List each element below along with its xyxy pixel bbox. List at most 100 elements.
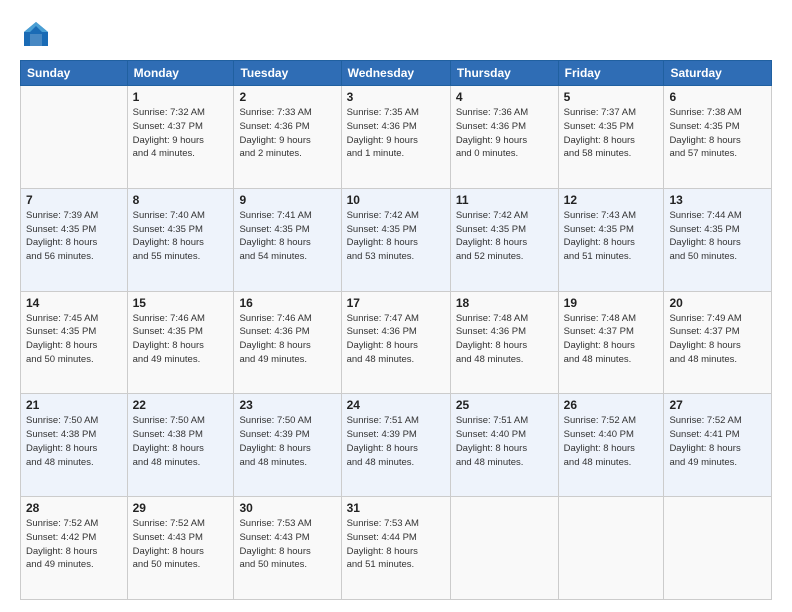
day-number: 30 — [239, 501, 335, 515]
calendar-day-cell: 17 Sunrise: 7:47 AM Sunset: 4:36 PM Dayli… — [341, 291, 450, 394]
calendar-day-cell: 22 Sunrise: 7:50 AM Sunset: 4:38 PM Dayli… — [127, 394, 234, 497]
calendar-day-header: Tuesday — [234, 61, 341, 86]
day-info: Sunrise: 7:47 AM Sunset: 4:36 PM Dayligh… — [347, 312, 445, 367]
calendar-day-cell: 11 Sunrise: 7:42 AM Sunset: 4:35 PM Dayli… — [450, 188, 558, 291]
calendar-day-cell: 30 Sunrise: 7:53 AM Sunset: 4:43 PM Dayli… — [234, 497, 341, 600]
calendar-day-cell: 23 Sunrise: 7:50 AM Sunset: 4:39 PM Dayli… — [234, 394, 341, 497]
day-info: Sunrise: 7:44 AM Sunset: 4:35 PM Dayligh… — [669, 209, 766, 264]
calendar-day-cell — [664, 497, 772, 600]
calendar-day-header: Sunday — [21, 61, 128, 86]
day-number: 17 — [347, 296, 445, 310]
calendar-day-header: Wednesday — [341, 61, 450, 86]
day-info: Sunrise: 7:32 AM Sunset: 4:37 PM Dayligh… — [133, 106, 229, 161]
calendar-day-cell: 12 Sunrise: 7:43 AM Sunset: 4:35 PM Dayli… — [558, 188, 664, 291]
calendar-day-cell: 27 Sunrise: 7:52 AM Sunset: 4:41 PM Dayli… — [664, 394, 772, 497]
day-number: 21 — [26, 398, 122, 412]
calendar-week-row: 1 Sunrise: 7:32 AM Sunset: 4:37 PM Daylig… — [21, 86, 772, 189]
day-number: 4 — [456, 90, 553, 104]
calendar-day-cell: 20 Sunrise: 7:49 AM Sunset: 4:37 PM Dayli… — [664, 291, 772, 394]
calendar-header-row: SundayMondayTuesdayWednesdayThursdayFrid… — [21, 61, 772, 86]
calendar-day-cell: 7Sunrise: 7:39 AM Sunset: 4:35 PM Daylig… — [21, 188, 128, 291]
calendar-day-cell: 25 Sunrise: 7:51 AM Sunset: 4:40 PM Dayli… — [450, 394, 558, 497]
day-info: Sunrise: 7:40 AM Sunset: 4:35 PM Dayligh… — [133, 209, 229, 264]
day-info: Sunrise: 7:46 AM Sunset: 4:35 PM Dayligh… — [133, 312, 229, 367]
calendar-day-cell: 3Sunrise: 7:35 AM Sunset: 4:36 PM Daylig… — [341, 86, 450, 189]
calendar-day-cell — [21, 86, 128, 189]
day-info: Sunrise: 7:37 AM Sunset: 4:35 PM Dayligh… — [564, 106, 659, 161]
calendar-day-cell: 8 Sunrise: 7:40 AM Sunset: 4:35 PM Daylig… — [127, 188, 234, 291]
calendar-day-cell: 14Sunrise: 7:45 AM Sunset: 4:35 PM Dayli… — [21, 291, 128, 394]
calendar-day-cell — [558, 497, 664, 600]
day-number: 16 — [239, 296, 335, 310]
calendar-week-row: 21 Sunrise: 7:50 AM Sunset: 4:38 PM Dayli… — [21, 394, 772, 497]
day-info: Sunrise: 7:53 AM Sunset: 4:43 PM Dayligh… — [239, 517, 335, 572]
calendar-day-cell: 4 Sunrise: 7:36 AM Sunset: 4:36 PM Daylig… — [450, 86, 558, 189]
day-info: Sunrise: 7:33 AM Sunset: 4:36 PM Dayligh… — [239, 106, 335, 161]
day-number: 1 — [133, 90, 229, 104]
day-number: 11 — [456, 193, 553, 207]
day-info: Sunrise: 7:52 AM Sunset: 4:40 PM Dayligh… — [564, 414, 659, 469]
day-info: Sunrise: 7:50 AM Sunset: 4:38 PM Dayligh… — [26, 414, 122, 469]
calendar-day-cell: 9 Sunrise: 7:41 AM Sunset: 4:35 PM Daylig… — [234, 188, 341, 291]
day-number: 26 — [564, 398, 659, 412]
day-number: 18 — [456, 296, 553, 310]
day-number: 31 — [347, 501, 445, 515]
day-number: 22 — [133, 398, 229, 412]
page: SundayMondayTuesdayWednesdayThursdayFrid… — [0, 0, 792, 612]
header — [20, 18, 772, 50]
day-info: Sunrise: 7:39 AM Sunset: 4:35 PM Dayligh… — [26, 209, 122, 264]
day-number: 6 — [669, 90, 766, 104]
day-number: 27 — [669, 398, 766, 412]
day-info: Sunrise: 7:38 AM Sunset: 4:35 PM Dayligh… — [669, 106, 766, 161]
day-info: Sunrise: 7:41 AM Sunset: 4:35 PM Dayligh… — [239, 209, 335, 264]
calendar-day-cell: 21 Sunrise: 7:50 AM Sunset: 4:38 PM Dayli… — [21, 394, 128, 497]
day-info: Sunrise: 7:50 AM Sunset: 4:38 PM Dayligh… — [133, 414, 229, 469]
day-info: Sunrise: 7:48 AM Sunset: 4:37 PM Dayligh… — [564, 312, 659, 367]
day-number: 29 — [133, 501, 229, 515]
calendar-day-cell: 13Sunrise: 7:44 AM Sunset: 4:35 PM Dayli… — [664, 188, 772, 291]
calendar-day-header: Monday — [127, 61, 234, 86]
day-number: 28 — [26, 501, 122, 515]
calendar-day-header: Saturday — [664, 61, 772, 86]
day-info: Sunrise: 7:49 AM Sunset: 4:37 PM Dayligh… — [669, 312, 766, 367]
day-info: Sunrise: 7:36 AM Sunset: 4:36 PM Dayligh… — [456, 106, 553, 161]
day-number: 10 — [347, 193, 445, 207]
day-info: Sunrise: 7:42 AM Sunset: 4:35 PM Dayligh… — [347, 209, 445, 264]
day-info: Sunrise: 7:52 AM Sunset: 4:42 PM Dayligh… — [26, 517, 122, 572]
day-number: 3 — [347, 90, 445, 104]
day-number: 24 — [347, 398, 445, 412]
calendar-week-row: 28 Sunrise: 7:52 AM Sunset: 4:42 PM Dayli… — [21, 497, 772, 600]
calendar-day-cell — [450, 497, 558, 600]
calendar-day-cell: 24Sunrise: 7:51 AM Sunset: 4:39 PM Dayli… — [341, 394, 450, 497]
day-number: 15 — [133, 296, 229, 310]
day-info: Sunrise: 7:45 AM Sunset: 4:35 PM Dayligh… — [26, 312, 122, 367]
logo-icon — [20, 18, 52, 50]
calendar-day-cell: 29Sunrise: 7:52 AM Sunset: 4:43 PM Dayli… — [127, 497, 234, 600]
day-info: Sunrise: 7:42 AM Sunset: 4:35 PM Dayligh… — [456, 209, 553, 264]
calendar-day-cell: 15 Sunrise: 7:46 AM Sunset: 4:35 PM Dayli… — [127, 291, 234, 394]
day-number: 8 — [133, 193, 229, 207]
calendar-day-cell: 16Sunrise: 7:46 AM Sunset: 4:36 PM Dayli… — [234, 291, 341, 394]
day-info: Sunrise: 7:48 AM Sunset: 4:36 PM Dayligh… — [456, 312, 553, 367]
day-number: 25 — [456, 398, 553, 412]
day-number: 20 — [669, 296, 766, 310]
day-number: 23 — [239, 398, 335, 412]
day-number: 12 — [564, 193, 659, 207]
calendar-day-cell: 6 Sunrise: 7:38 AM Sunset: 4:35 PM Daylig… — [664, 86, 772, 189]
logo — [20, 18, 56, 50]
calendar-week-row: 7Sunrise: 7:39 AM Sunset: 4:35 PM Daylig… — [21, 188, 772, 291]
calendar-day-cell: 2Sunrise: 7:33 AM Sunset: 4:36 PM Daylig… — [234, 86, 341, 189]
calendar-day-cell: 19Sunrise: 7:48 AM Sunset: 4:37 PM Dayli… — [558, 291, 664, 394]
day-info: Sunrise: 7:50 AM Sunset: 4:39 PM Dayligh… — [239, 414, 335, 469]
calendar-day-header: Thursday — [450, 61, 558, 86]
day-info: Sunrise: 7:52 AM Sunset: 4:41 PM Dayligh… — [669, 414, 766, 469]
calendar-day-cell: 10 Sunrise: 7:42 AM Sunset: 4:35 PM Dayli… — [341, 188, 450, 291]
calendar-day-cell: 28 Sunrise: 7:52 AM Sunset: 4:42 PM Dayli… — [21, 497, 128, 600]
day-info: Sunrise: 7:43 AM Sunset: 4:35 PM Dayligh… — [564, 209, 659, 264]
calendar-day-cell: 18 Sunrise: 7:48 AM Sunset: 4:36 PM Dayli… — [450, 291, 558, 394]
day-info: Sunrise: 7:51 AM Sunset: 4:40 PM Dayligh… — [456, 414, 553, 469]
day-number: 9 — [239, 193, 335, 207]
calendar-day-header: Friday — [558, 61, 664, 86]
calendar-week-row: 14Sunrise: 7:45 AM Sunset: 4:35 PM Dayli… — [21, 291, 772, 394]
day-info: Sunrise: 7:53 AM Sunset: 4:44 PM Dayligh… — [347, 517, 445, 572]
